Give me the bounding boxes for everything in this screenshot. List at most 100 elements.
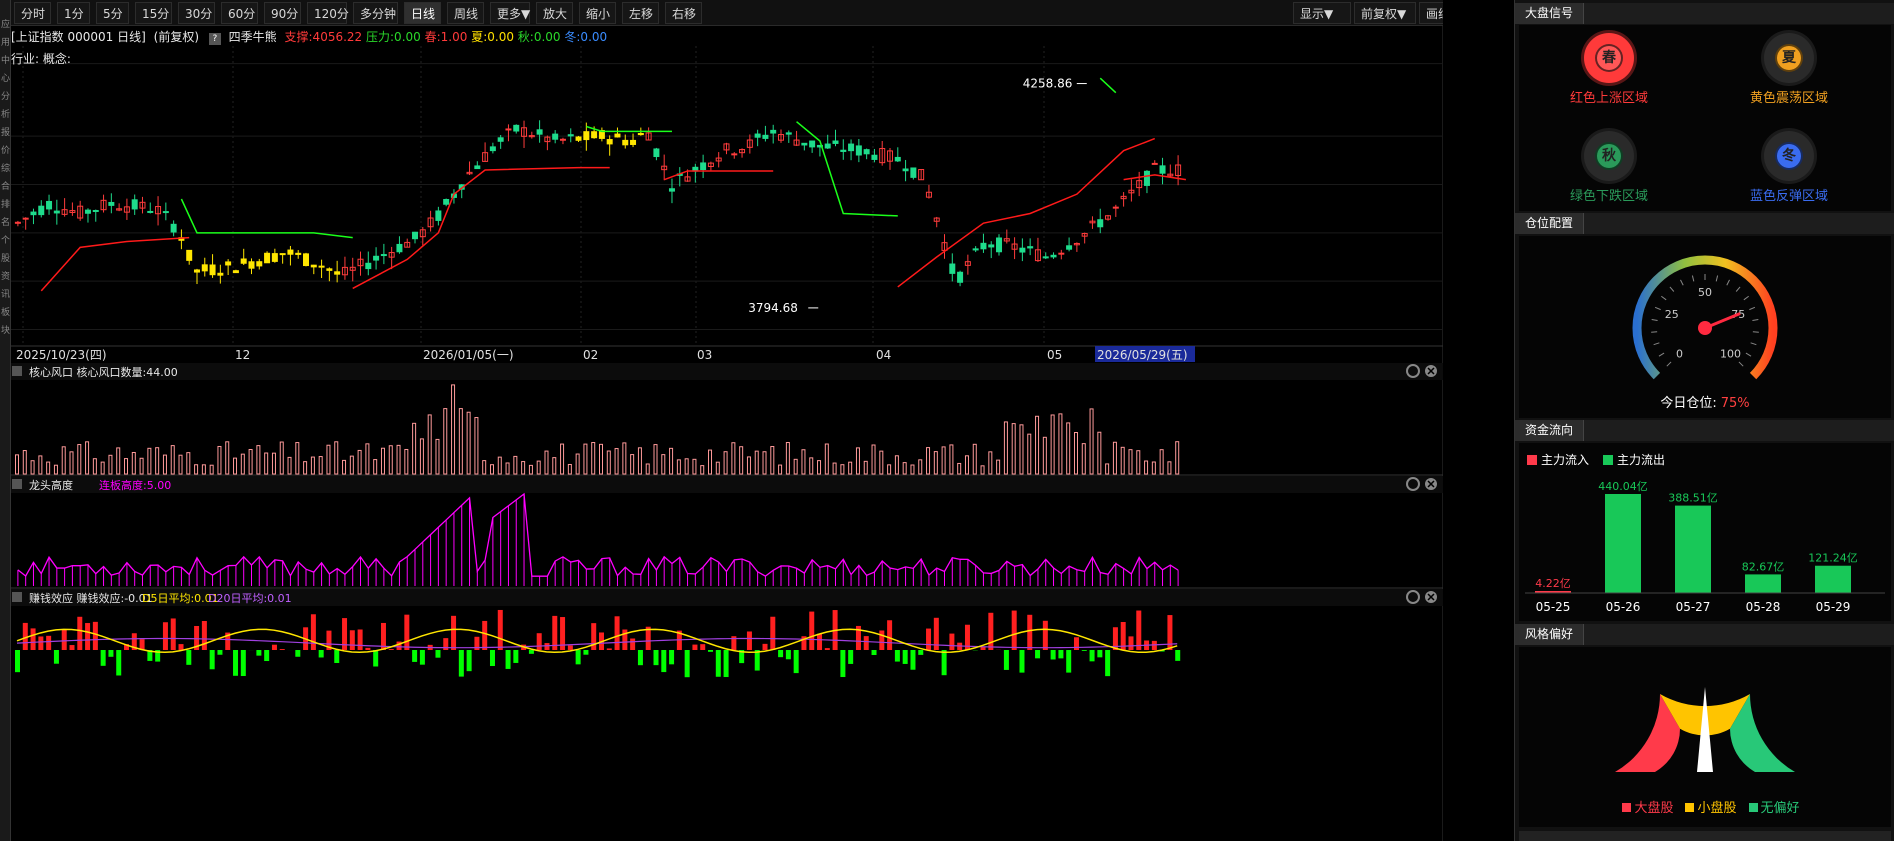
period-button[interactable]: 左移 (622, 2, 659, 24)
candle-body (489, 146, 496, 152)
money-bar (949, 633, 955, 650)
core-bar (863, 460, 868, 475)
core-bar (240, 453, 245, 475)
chart-svg[interactable]: 4300.04150.04050.03950.03850.03750.04258… (11, 26, 1491, 841)
core-bar (295, 442, 300, 475)
left-strip-char[interactable]: 资 (0, 272, 11, 283)
left-strip-char[interactable]: 名 (0, 218, 11, 229)
low-annotation: 3794.68 (748, 301, 798, 315)
money-bar (310, 614, 316, 650)
money-bar (824, 648, 830, 650)
candle-body (474, 165, 481, 170)
candle-body (38, 205, 45, 216)
panel-title: 龙头高度 (29, 478, 73, 492)
candle-body (614, 133, 621, 138)
candle-body (217, 272, 224, 276)
period-button[interactable]: 5分 (96, 2, 129, 24)
money-bar (614, 616, 620, 650)
period-button[interactable]: 日线 (404, 2, 441, 24)
left-nav-strip[interactable]: 应用中心分析报价综合排名个股资讯板块 (0, 0, 11, 841)
period-button[interactable]: 右移 (665, 2, 702, 24)
candle-body (303, 253, 309, 267)
candle-body (1112, 206, 1119, 209)
core-bar (271, 452, 276, 475)
left-strip-char[interactable]: 中 (0, 56, 11, 67)
core-bar (466, 411, 471, 475)
core-bar (918, 459, 923, 475)
core-bar (1058, 413, 1063, 475)
core-bar (124, 458, 129, 475)
core-bar (817, 460, 822, 475)
gauge-tick (1735, 286, 1741, 292)
core-bar (933, 451, 938, 475)
money-bar (902, 650, 908, 664)
core-bar (1175, 441, 1180, 475)
core-bar (279, 441, 284, 475)
core-bar (170, 445, 175, 475)
bottom-tabs[interactable] (1519, 831, 1891, 841)
period-button[interactable]: 缩小 (579, 2, 616, 24)
money-bar (778, 650, 784, 658)
period-button[interactable]: 60分 (221, 2, 258, 24)
toolbar-right-button[interactable]: 前复权▼ (1354, 2, 1416, 24)
left-strip-char[interactable]: 综 (0, 164, 11, 175)
candle-body (1042, 256, 1049, 259)
candle-body (1058, 252, 1065, 255)
core-bar (832, 462, 837, 475)
gauge-label: 25 (1665, 308, 1679, 321)
left-strip-char[interactable]: 应 (0, 20, 11, 31)
core-bar (567, 463, 572, 475)
left-strip-char[interactable]: 报 (0, 128, 11, 139)
period-button[interactable]: 15分 (135, 2, 172, 24)
candle-body (1066, 245, 1073, 250)
period-button[interactable]: 1分 (57, 2, 90, 24)
panel-title: 核心风口 核心风口数量:44.00 (29, 365, 178, 379)
help-icon[interactable]: ? (208, 33, 221, 45)
period-button[interactable]: 放大 (536, 2, 573, 24)
left-strip-char[interactable]: 分 (0, 92, 11, 103)
money-bar (279, 649, 285, 650)
candle-body (1050, 254, 1057, 258)
season-icon: 夏 (1764, 33, 1814, 83)
money-bar (583, 650, 589, 655)
legend-out-swatch (1603, 455, 1613, 465)
core-bar (139, 457, 144, 475)
industry-line: 行业: 概念: (11, 52, 71, 66)
flow-date-label: 05-26 (1606, 600, 1641, 614)
left-strip-char[interactable]: 股 (0, 254, 11, 265)
left-strip-char[interactable]: 板 (0, 308, 11, 319)
period-button[interactable]: 90分 (264, 2, 301, 24)
left-strip-char[interactable]: 价 (0, 146, 11, 157)
candle-body (957, 271, 964, 283)
core-bar (676, 459, 681, 475)
period-button[interactable]: 30分 (178, 2, 215, 24)
left-strip-char[interactable]: 讯 (0, 290, 11, 301)
left-strip-char[interactable]: 个 (0, 236, 11, 247)
period-button[interactable]: 分时 (14, 2, 51, 24)
toolbar-right-button[interactable]: 显示▼ (1293, 2, 1351, 24)
left-strip-char[interactable]: 心 (0, 74, 11, 85)
core-bar (108, 454, 113, 475)
period-button[interactable]: 多分钟 (353, 2, 398, 24)
pressure-line (586, 125, 672, 133)
left-strip-char[interactable]: 合 (0, 182, 11, 193)
left-strip-char[interactable]: 块 (0, 326, 11, 337)
period-button[interactable]: 周线 (447, 2, 484, 24)
chart-area[interactable]: 4300.04150.04050.03950.03850.03750.04258… (11, 26, 1491, 841)
period-button[interactable]: 更多▼ (490, 2, 530, 24)
money-bar (715, 650, 721, 677)
season-label: 红色上涨区域 (1569, 91, 1648, 106)
core-bar (996, 459, 1001, 475)
money-bar (482, 620, 488, 650)
spring-value: 春:1.00 (424, 30, 468, 44)
core-bar (443, 408, 448, 475)
period-button[interactable]: 120分 (307, 2, 349, 24)
left-strip-char[interactable]: 用 (0, 38, 11, 49)
season-label: 黄色震荡区域 (1749, 91, 1828, 106)
money-bar (178, 644, 184, 650)
core-bar (778, 464, 783, 475)
flow-date-label: 05-25 (1536, 600, 1571, 614)
left-strip-char[interactable]: 析 (0, 110, 11, 121)
left-strip-char[interactable]: 排 (0, 200, 11, 211)
core-bar (1042, 436, 1047, 475)
